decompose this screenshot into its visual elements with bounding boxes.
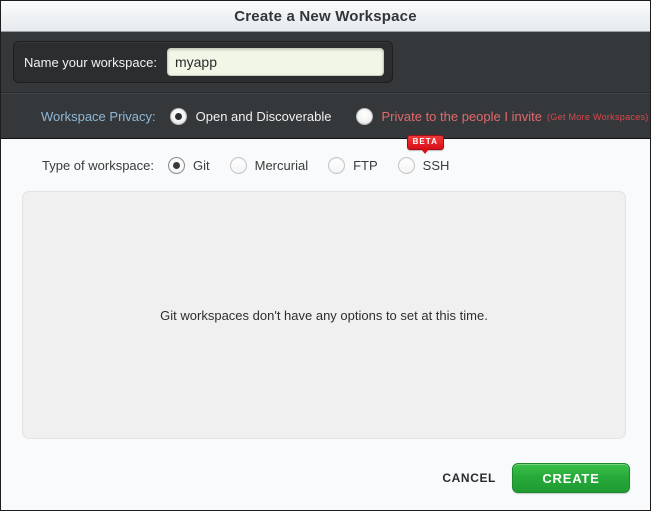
workspace-type-row: Type of workspace: Git Mercurial FTP SSH… [1,134,650,191]
workspace-type-label: Type of workspace: [42,157,154,173]
privacy-option-open[interactable]: Open and Discoverable [169,108,332,125]
radio-mercurial-icon[interactable] [229,156,247,174]
create-button[interactable]: CREATE [512,463,630,493]
radio-open-discoverable-icon[interactable] [169,108,187,125]
radio-private-invite-icon[interactable] [355,108,373,125]
dialog-titlebar: Create a New Workspace [1,1,650,32]
workspace-name-input[interactable] [166,48,384,76]
workspace-name-label: Name your workspace: [24,54,157,70]
type-option-ftp[interactable]: FTP [328,156,378,174]
type-option-git-label: Git [193,157,210,173]
get-more-workspaces-link[interactable]: (Get More Workspaces) [547,112,649,122]
workspace-options-message: Git workspaces don't have any options to… [160,307,488,323]
cancel-button[interactable]: CANCEL [442,471,496,485]
dialog-title: Create a New Workspace [234,7,417,25]
type-option-mercurial[interactable]: Mercurial [229,156,309,174]
dialog-footer: CANCEL CREATE [442,463,630,493]
dialog-dark-header: Name your workspace: Workspace Privacy: … [1,32,650,139]
workspace-privacy-label: Workspace Privacy: [41,109,156,124]
privacy-option-open-label: Open and Discoverable [195,109,332,124]
privacy-option-private[interactable]: Private to the people I invite (Get More… [355,108,649,125]
type-option-mercurial-label: Mercurial [254,157,309,173]
type-option-ftp-label: FTP [353,157,378,173]
create-workspace-dialog: Create a New Workspace Name your workspa… [0,0,651,511]
radio-ftp-icon[interactable] [328,156,346,174]
radio-git-icon[interactable] [168,156,185,174]
type-option-git[interactable]: Git [168,156,210,174]
type-option-ssh[interactable]: SSH BETA [397,134,450,174]
workspace-privacy-row: Workspace Privacy: Open and Discoverable… [1,93,650,139]
dialog-body: Type of workspace: Git Mercurial FTP SSH… [1,134,650,510]
radio-ssh-icon[interactable] [397,156,415,174]
privacy-option-private-label: Private to the people I invite [381,109,542,124]
workspace-name-row: Name your workspace: [1,32,650,93]
workspace-name-box: Name your workspace: [13,41,393,83]
workspace-options-panel: Git workspaces don't have any options to… [22,191,626,439]
beta-badge: BETA [406,134,444,154]
type-option-ssh-label: SSH [422,157,450,173]
